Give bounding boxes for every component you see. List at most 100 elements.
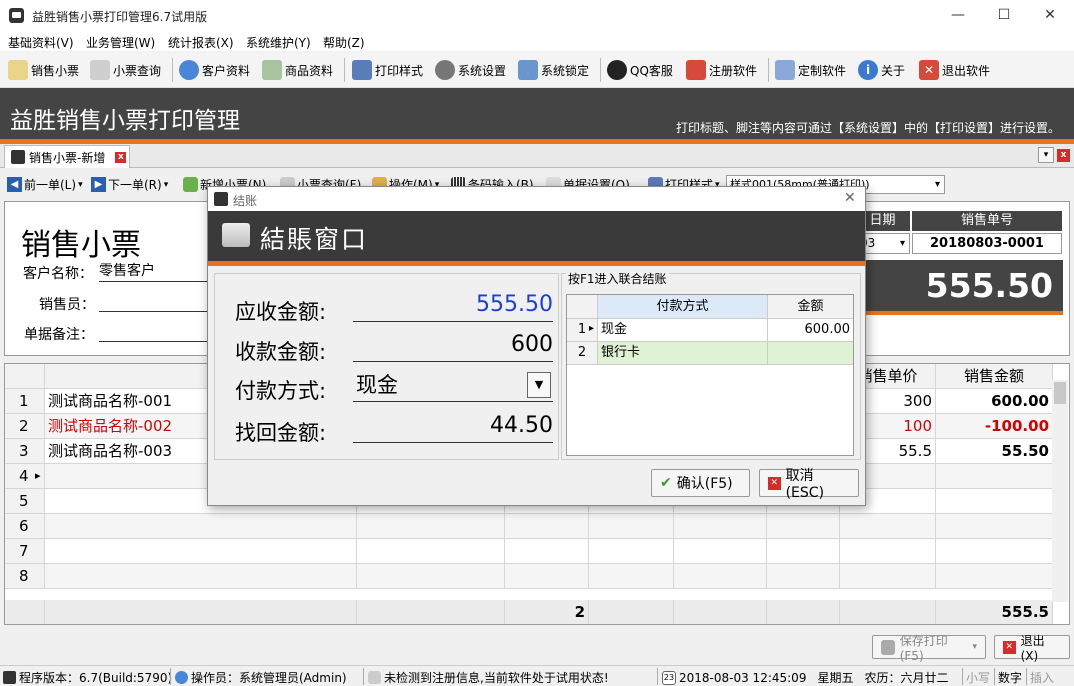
grid-scrollbar[interactable] (1052, 380, 1068, 602)
grid-cell[interactable] (505, 514, 589, 539)
toolbar-sales-receipt[interactable]: 销售小票 (8, 58, 79, 82)
payment-method-select[interactable]: 现金 ▼ (353, 370, 553, 402)
item-price-cell[interactable] (840, 539, 936, 564)
confirm-button[interactable]: ✔ 确认(F5) (651, 469, 750, 497)
info-icon: i (858, 60, 878, 80)
toolbar-receipt-query[interactable]: 小票查询 (90, 58, 161, 82)
users-icon (179, 60, 199, 80)
seller-field[interactable] (99, 292, 219, 312)
tab-close-icon[interactable]: x (115, 151, 127, 163)
next-button[interactable]: ▶ 下一单(R) ▾ (91, 176, 168, 193)
app-icon (9, 8, 24, 23)
item-price-cell[interactable] (840, 514, 936, 539)
received-label: 收款金额: (235, 340, 327, 364)
toolbar-lock[interactable]: 系统锁定 (518, 58, 589, 82)
menu-basic[interactable]: 基础资料(V) (8, 34, 74, 51)
grid-cell[interactable] (674, 539, 767, 564)
item-name-cell[interactable] (45, 514, 357, 539)
note-field[interactable] (99, 322, 219, 342)
tab-sales-receipt-new[interactable]: 销售小票-新增 x (4, 145, 130, 168)
combined-payment-hint: 按F1进入联合结账 (566, 270, 669, 287)
customer-label: 客户名称： (23, 266, 93, 282)
status-datetime: 23 2018-08-03 12:45:09 星期五 农历：六月廿二 (662, 670, 949, 685)
toolbar-customers[interactable]: 客户资料 (179, 58, 250, 82)
toolbar-customize[interactable]: 定制软件 (775, 58, 846, 82)
dialog-banner: 結賬窗口 (208, 211, 865, 261)
toolbar-products[interactable]: 商品资料 (262, 58, 333, 82)
received-input[interactable]: 600 (353, 332, 553, 362)
item-amount-cell[interactable]: 600.00 (936, 389, 1053, 414)
toolbar-qq-service[interactable]: QQ客服 (607, 58, 673, 82)
menu-business[interactable]: 业务管理(W) (86, 34, 155, 51)
exit-icon: ✕ (1003, 640, 1016, 654)
grid-cell[interactable] (357, 564, 505, 589)
calendar-icon: 23 (662, 670, 676, 685)
pay-header-amount: 金额 (768, 295, 853, 319)
item-amount-cell[interactable] (936, 514, 1053, 539)
toolbar-register[interactable]: 注册软件 (686, 58, 757, 82)
grid-cell[interactable] (589, 514, 674, 539)
toolbar-about[interactable]: i 关于 (858, 58, 905, 82)
id-card-icon (368, 671, 381, 684)
item-amount-cell[interactable] (936, 489, 1053, 514)
grid-cell[interactable] (767, 539, 840, 564)
menu-system[interactable]: 系统维护(Y) (246, 34, 311, 51)
grid-header-cell (5, 364, 45, 389)
item-amount-cell[interactable]: -100.00 (936, 414, 1053, 439)
tab-list-dropdown[interactable]: ▾ (1038, 147, 1054, 163)
customer-field[interactable]: 零售客户 (99, 260, 219, 282)
item-name-cell[interactable] (45, 539, 357, 564)
item-amount-cell[interactable] (936, 539, 1053, 564)
status-version: 程序版本：6.7(Build:5790) (3, 669, 172, 686)
dialog-close-button[interactable]: ✕ (844, 190, 856, 206)
pay-method-cell[interactable]: 现金 (598, 319, 768, 342)
chevron-down-icon[interactable]: ▼ (527, 372, 551, 398)
printer-icon (881, 639, 895, 655)
chevron-down-icon: ▾ (972, 642, 977, 652)
toolbar-settings[interactable]: 系统设置 (435, 58, 506, 82)
save-print-button[interactable]: 保存打印(F5) ▾ (872, 634, 986, 663)
item-amount-cell[interactable] (936, 564, 1053, 589)
grid-cell[interactable] (357, 539, 505, 564)
grid-cell[interactable] (589, 539, 674, 564)
arrow-right-icon: ▶ (91, 177, 106, 192)
receipt-total: 555.50 (855, 260, 1063, 312)
row-number: 2 (5, 414, 45, 439)
item-amount-cell[interactable] (936, 464, 1053, 489)
status-operator: 操作员：系统管理员(Admin) (175, 669, 347, 686)
grid-cell[interactable] (505, 564, 589, 589)
item-price-cell[interactable] (840, 564, 936, 589)
cancel-button[interactable]: ✕ 取消(ESC) (759, 468, 859, 501)
grid-footer-cell (840, 600, 936, 624)
grid-cell[interactable] (357, 514, 505, 539)
close-button[interactable]: ✕ (1027, 0, 1073, 31)
grid-cell[interactable] (589, 564, 674, 589)
grid-cell[interactable] (505, 539, 589, 564)
status-caps: 小写 (966, 671, 991, 685)
pay-amount-cell[interactable]: 600.00 (768, 319, 853, 342)
grid-cell[interactable] (767, 564, 840, 589)
scroll-thumb[interactable] (1054, 382, 1066, 404)
pay-row-number: 2 (567, 342, 598, 365)
menu-reports[interactable]: 统计报表(X) (168, 34, 234, 51)
menu-bar: 基础资料(V) 业务管理(W) 统计报表(X) 系统维护(Y) 帮助(Z) (0, 31, 1074, 51)
printer-icon (11, 150, 25, 164)
status-registration: 未检测到注册信息,当前软件处于试用状态! (368, 669, 609, 686)
item-name-cell[interactable] (45, 564, 357, 589)
minimize-button[interactable]: — (935, 0, 981, 31)
pay-amount-cell[interactable] (768, 342, 853, 365)
toolbar-print-style[interactable]: 打印样式 (352, 58, 423, 82)
grid-cell[interactable] (674, 564, 767, 589)
grid-cell[interactable] (674, 514, 767, 539)
grid-cell[interactable] (767, 514, 840, 539)
maximize-button[interactable]: ☐ (981, 0, 1027, 31)
pay-method-cell[interactable]: 银行卡 (598, 342, 768, 365)
close-all-tabs-icon[interactable]: x (1057, 149, 1070, 162)
exit-form-button[interactable]: ✕ 退出(X) (994, 634, 1070, 663)
toolbar-exit[interactable]: ✕ 退出软件 (919, 58, 990, 82)
menu-help[interactable]: 帮助(Z) (323, 34, 365, 51)
item-amount-cell[interactable]: 55.50 (936, 439, 1053, 464)
receipt-icon (8, 60, 28, 80)
row-number: 3 (5, 439, 45, 464)
prev-button[interactable]: ◀ 前一单(L) ▾ (7, 176, 83, 193)
